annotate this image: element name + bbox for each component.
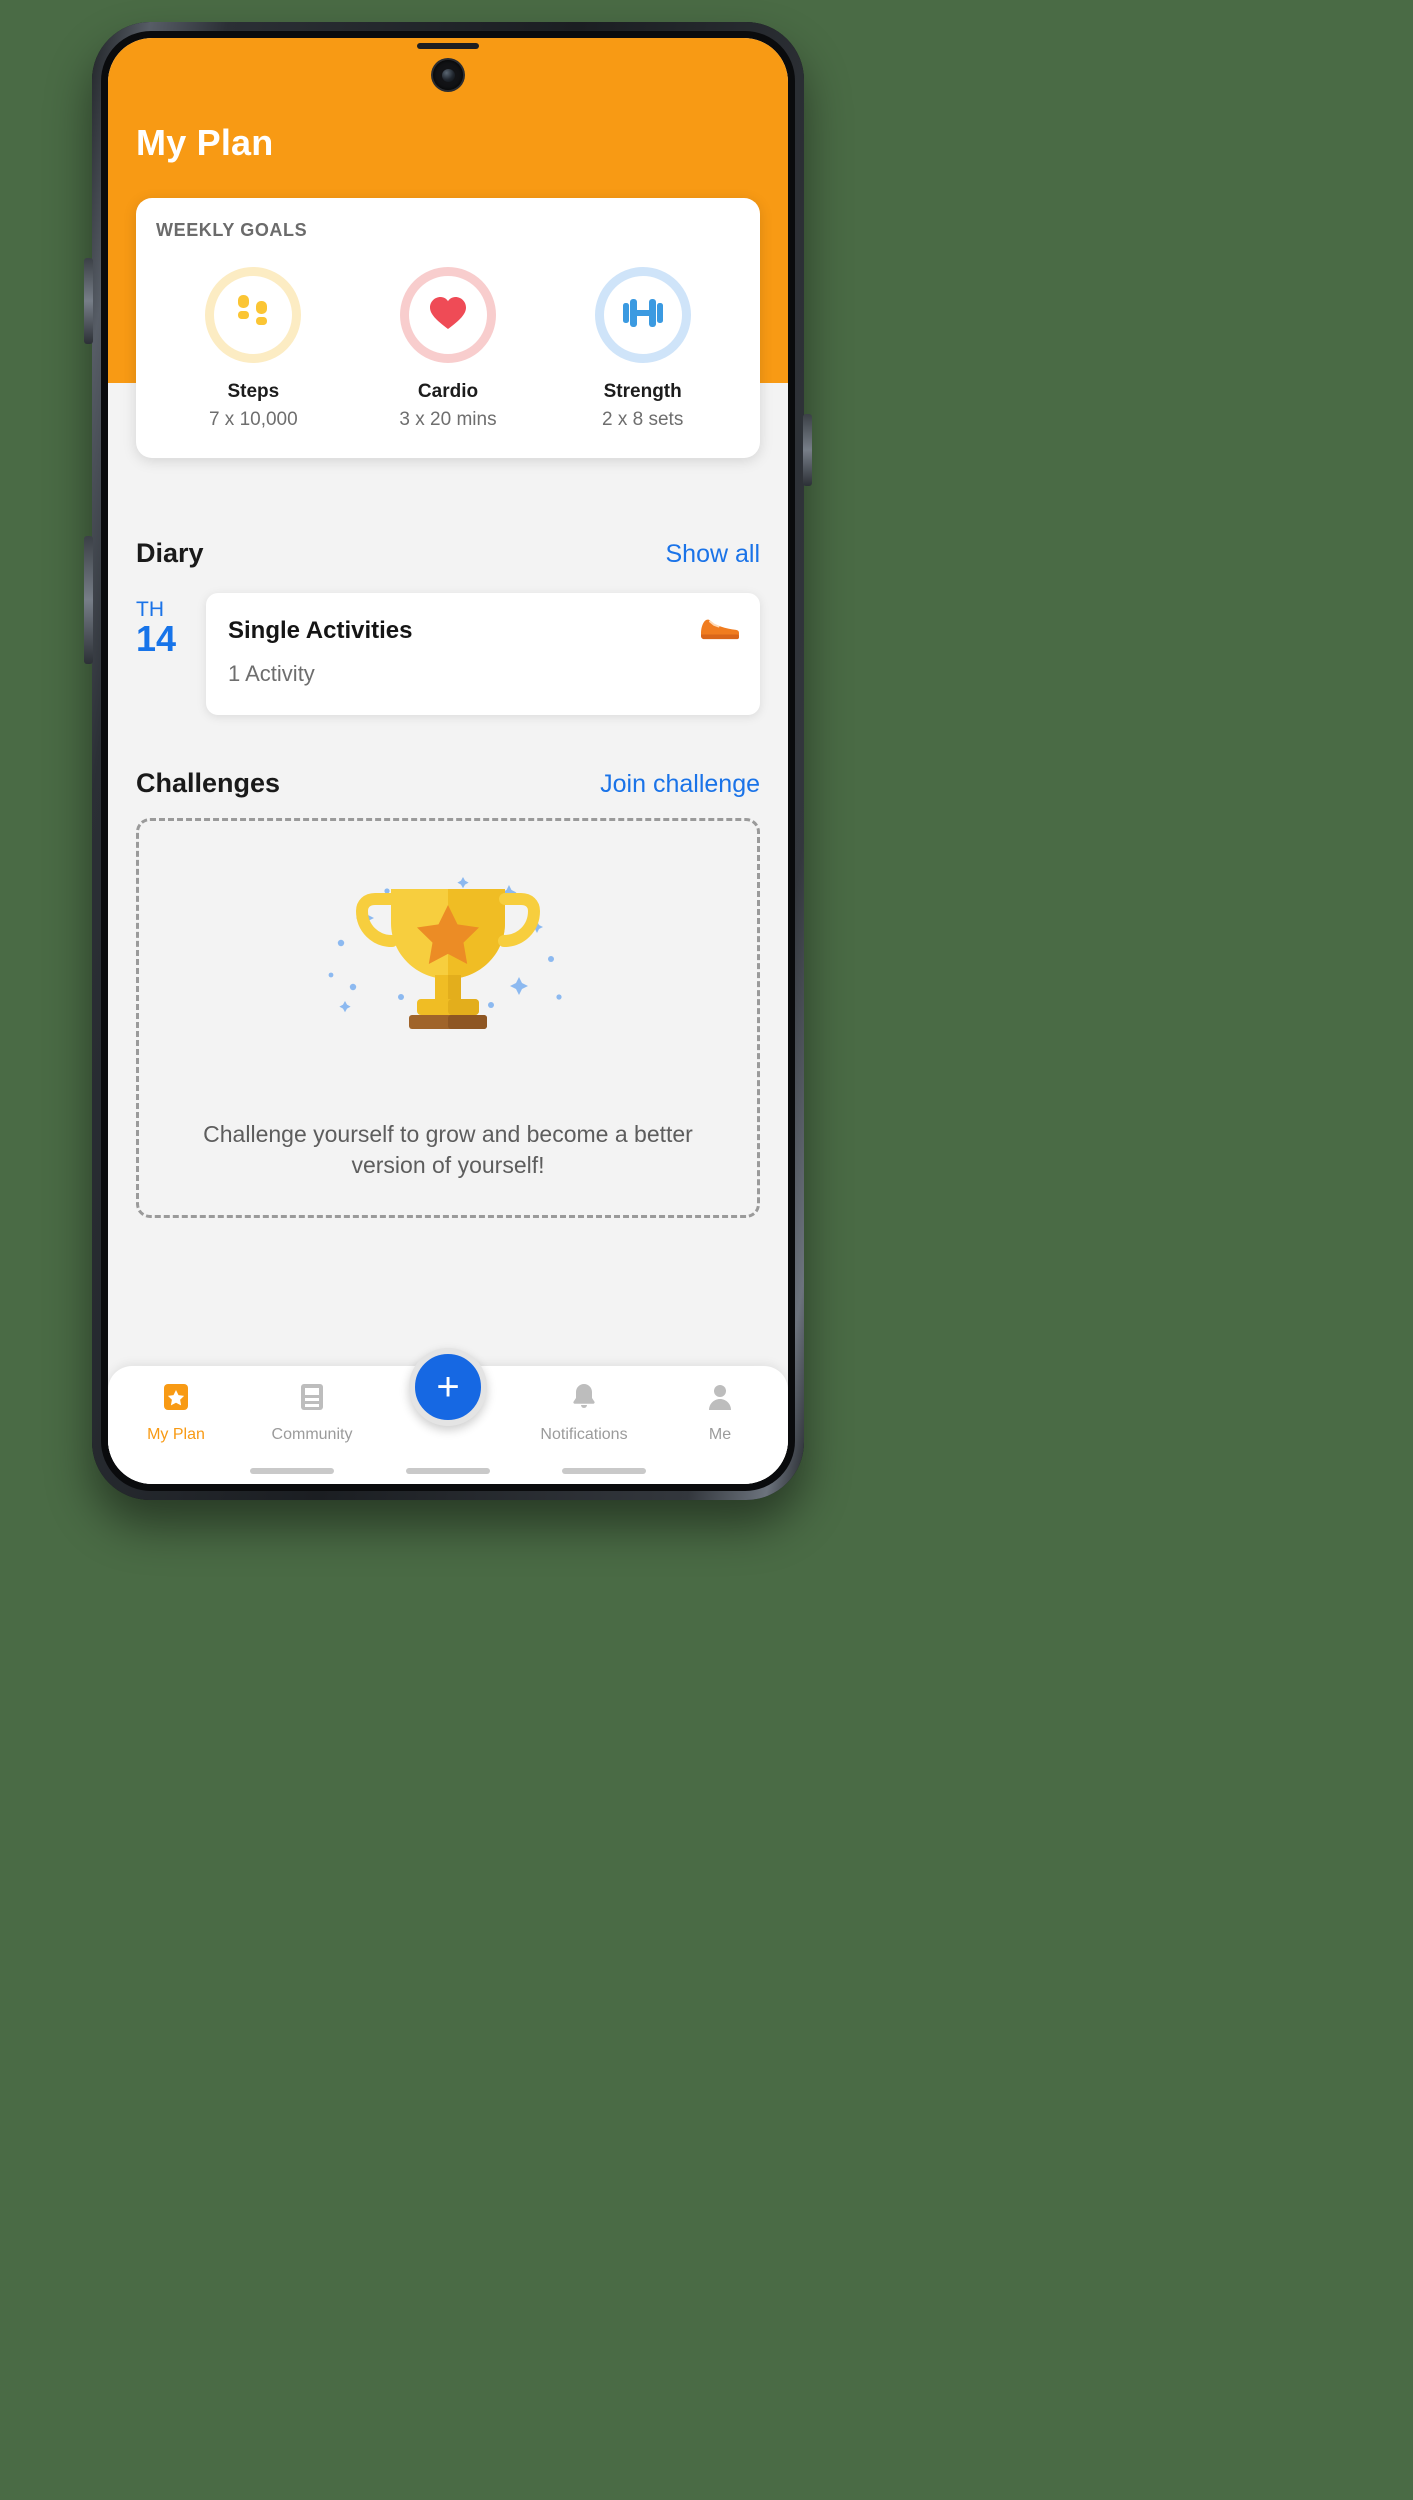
diary-card-title: Single Activities xyxy=(228,617,413,644)
goal-ring-cardio xyxy=(400,267,496,363)
nav-item-community[interactable]: Community xyxy=(244,1382,380,1444)
nav-item-my-plan[interactable]: My Plan xyxy=(108,1382,244,1444)
goal-label: Cardio xyxy=(417,381,479,402)
weekly-goals-row: Steps 7 x 10,000 Cardio 3 x 20 mins Stre… xyxy=(156,267,740,432)
weekly-goals-card[interactable]: WEEKLY GOALS Steps 7 x 10,000 Cardio 3 x… xyxy=(136,198,760,458)
diary-section-header: Diary Show all xyxy=(136,538,760,569)
dumbbell-icon xyxy=(621,296,665,335)
weekly-goals-title: WEEKLY GOALS xyxy=(156,220,308,240)
diary-activity-card[interactable]: Single Activities 1 Activity xyxy=(206,593,760,715)
phone-frame: My Plan WEEKLY GOALS Steps 7 x 10,000 Ca… xyxy=(92,22,804,1500)
goal-value: 7 x 10,000 xyxy=(208,409,298,430)
gesture-bar-right xyxy=(562,1468,646,1474)
sneaker-icon xyxy=(698,613,740,646)
footprints-icon xyxy=(234,293,272,338)
challenges-section-header: Challenges Join challenge xyxy=(136,768,760,799)
volume-up-button[interactable] xyxy=(84,258,93,344)
diary-card-subtitle: 1 Activity xyxy=(228,661,315,686)
goal-ring-steps xyxy=(205,267,302,363)
goal-value: 2 x 8 sets xyxy=(602,409,684,430)
nav-label: Me xyxy=(708,1426,732,1443)
goal-ring-strength xyxy=(594,267,691,363)
page-title: My Plan xyxy=(136,122,274,163)
goal-label: Strength xyxy=(603,381,682,402)
goal-steps[interactable]: Steps 7 x 10,000 xyxy=(156,267,351,432)
challenges-empty-card[interactable]: Challenge yourself to grow and become a … xyxy=(136,818,760,1218)
volume-down-button[interactable] xyxy=(84,536,93,664)
goal-label: Steps xyxy=(227,381,280,402)
nav-label: My Plan xyxy=(147,1426,205,1443)
gesture-bar-left xyxy=(250,1468,334,1474)
earpiece-speaker xyxy=(417,43,479,49)
person-icon xyxy=(706,1382,734,1417)
nav-item-me[interactable]: Me xyxy=(652,1382,788,1444)
diary-entry-row: TH 14 Single Activities 1 Activity xyxy=(136,593,760,715)
trophy-icon xyxy=(313,847,583,1052)
challenges-empty-text: Challenge yourself to grow and become a … xyxy=(203,1120,693,1178)
diary-day-of-week: TH xyxy=(136,598,164,621)
star-badge-icon xyxy=(162,1382,190,1417)
bell-icon xyxy=(570,1382,598,1417)
goal-cardio[interactable]: Cardio 3 x 20 mins xyxy=(351,267,546,432)
nav-label: Notifications xyxy=(540,1426,628,1443)
phone-screen: My Plan WEEKLY GOALS Steps 7 x 10,000 Ca… xyxy=(108,38,788,1484)
gesture-bar-center xyxy=(406,1468,490,1474)
nav-item-notifications[interactable]: Notifications xyxy=(516,1382,652,1444)
goal-value: 3 x 20 mins xyxy=(399,409,497,430)
feed-icon xyxy=(298,1382,326,1417)
diary-title: Diary xyxy=(136,538,204,568)
goal-strength[interactable]: Strength 2 x 8 sets xyxy=(545,267,740,432)
front-camera xyxy=(433,60,463,90)
diary-date: TH 14 xyxy=(136,593,206,715)
phone-bezel: My Plan WEEKLY GOALS Steps 7 x 10,000 Ca… xyxy=(101,31,795,1491)
add-activity-fab[interactable]: + xyxy=(409,1348,487,1426)
power-button[interactable] xyxy=(803,414,812,486)
diary-day-number: 14 xyxy=(136,618,177,659)
heart-icon xyxy=(428,295,468,336)
join-challenge-link[interactable]: Join challenge xyxy=(600,770,760,799)
nav-label: Community xyxy=(271,1426,353,1443)
challenges-title: Challenges xyxy=(136,768,281,798)
show-all-link[interactable]: Show all xyxy=(666,540,761,569)
gesture-nav-bar xyxy=(108,1468,788,1474)
plus-icon: + xyxy=(436,1365,460,1409)
